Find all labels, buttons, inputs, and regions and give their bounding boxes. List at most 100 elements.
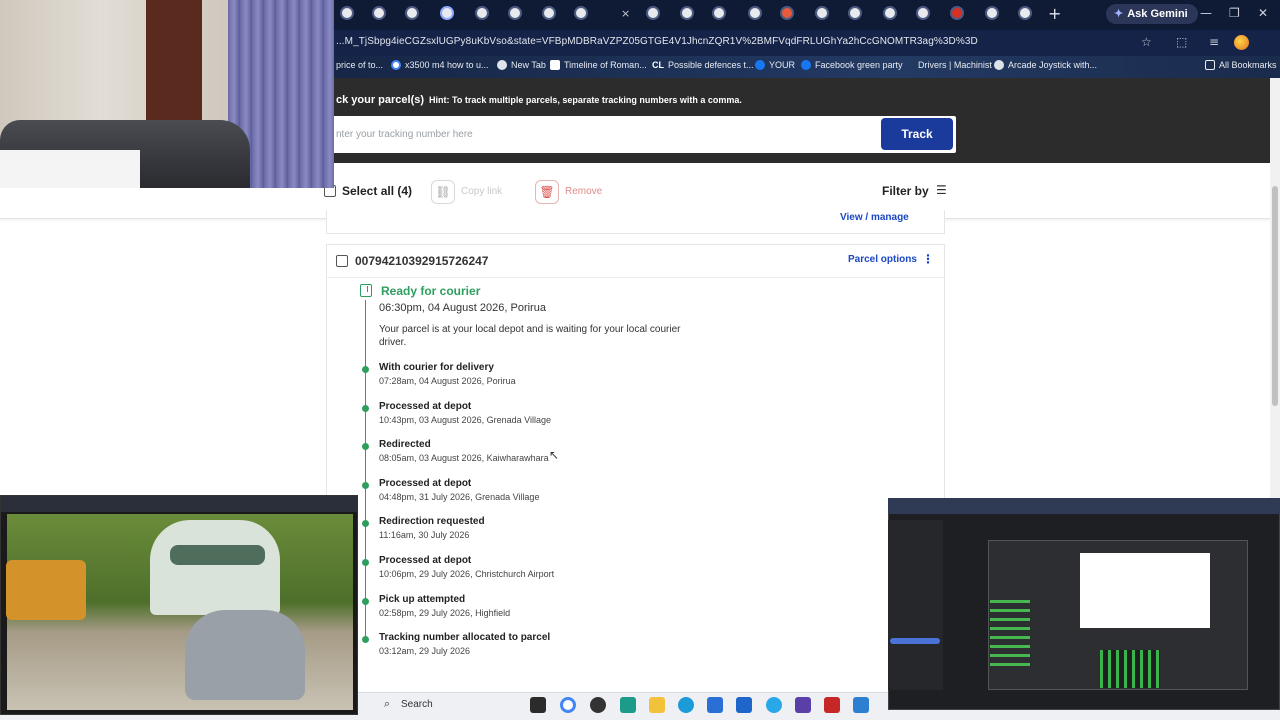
maximize-icon[interactable]: ❐ (1229, 6, 1240, 20)
minimize-icon[interactable]: — (1200, 6, 1212, 20)
app-icon[interactable] (824, 697, 840, 713)
filter-by-button[interactable]: Filter by (882, 184, 929, 198)
remove-button[interactable]: Remove (565, 186, 602, 197)
select-all-label[interactable]: Select all (4) (342, 184, 412, 198)
bookmark-star-icon[interactable]: ☆ (1141, 35, 1152, 49)
capture-sidebar-selected (890, 638, 940, 644)
profile-avatar-icon[interactable] (1234, 35, 1249, 50)
webcam-door (146, 0, 202, 135)
mail-icon[interactable] (736, 697, 752, 713)
telegram-icon[interactable] (766, 697, 782, 713)
bookmark-item[interactable]: CL Possible defences t... (652, 60, 754, 70)
tab-favicon-icon[interactable] (748, 6, 762, 20)
bookmark-item[interactable]: price of to... (336, 60, 383, 70)
event-title: With courier for delivery (379, 362, 494, 373)
bookmark-item[interactable]: Facebook green party (801, 60, 903, 70)
event-title: Processed at depot (379, 478, 472, 489)
tab-favicon-icon[interactable] (372, 6, 386, 20)
current-status-description: Your parcel is at your local depot and i… (379, 324, 681, 348)
chrome-icon[interactable] (560, 697, 576, 713)
tab-favicon-icon[interactable] (985, 6, 999, 20)
url-text[interactable]: ...M_TjSbpg4ieCGZsxlUGPy8uKbVso&state=VF… (336, 36, 978, 47)
ask-gemini-button[interactable]: ✦ Ask Gemini (1106, 4, 1198, 24)
filter-sliders-icon[interactable]: ☰ (936, 183, 947, 197)
extensions-icon[interactable]: ⬚ (1176, 35, 1187, 49)
app-icon[interactable] (620, 697, 636, 713)
event-datetime: 11:16am, 30 July 2026 (379, 530, 470, 540)
tab-favicon-icon[interactable] (1018, 6, 1032, 20)
tab-favicon-icon[interactable] (680, 6, 694, 20)
bookmark-item[interactable]: New Tab (497, 60, 546, 70)
tab-favicon-icon[interactable] (712, 6, 726, 20)
capture-settings-sidebar (888, 520, 943, 690)
video-caravan (150, 520, 280, 615)
tab-favicon-icon[interactable] (950, 6, 964, 20)
more-options-icon[interactable]: ⋮ (922, 252, 934, 266)
parcel-checkbox[interactable] (336, 255, 348, 267)
all-bookmarks-folder[interactable]: All Bookmarks (1205, 60, 1277, 70)
bookmark-item[interactable]: Arcade Joystick with... (994, 60, 1097, 70)
tab-favicon-icon[interactable] (780, 6, 794, 20)
tab-favicon-icon[interactable] (475, 6, 489, 20)
timeline-dot (362, 520, 369, 527)
webcam-laundry (0, 150, 140, 188)
track-button[interactable]: Track (881, 118, 953, 150)
scrollbar-thumb[interactable] (1272, 186, 1278, 406)
link-icon[interactable]: ⛓ (431, 180, 455, 204)
event-title: Processed at depot (379, 555, 472, 566)
app-icon[interactable] (795, 697, 811, 713)
store-icon[interactable] (707, 697, 723, 713)
copy-link-button[interactable]: Copy link (461, 186, 502, 197)
bookmark-item[interactable]: YOUR (755, 60, 795, 70)
trash-icon[interactable]: 🗑 (535, 180, 559, 204)
tab-favicon-icon[interactable] (646, 6, 660, 20)
tab-favicon-icon[interactable] (440, 6, 454, 20)
tab-favicon-icon[interactable] (340, 6, 354, 20)
tab-favicon-icon[interactable] (815, 6, 829, 20)
bookmark-item[interactable]: Timeline of Roman... (550, 60, 647, 70)
track-hint: Hint: To track multiple parcels, separat… (429, 95, 742, 105)
facebook-icon (755, 60, 765, 70)
task-view-icon[interactable] (530, 697, 546, 713)
event-datetime: 02:58pm, 29 July 2026, Highfield (379, 608, 511, 618)
event-title: Tracking number allocated to parcel (379, 632, 551, 643)
tab-favicon-icon[interactable] (508, 6, 522, 20)
file-explorer-icon[interactable] (649, 697, 665, 713)
tab-favicon-icon[interactable] (542, 6, 556, 20)
bookmark-item[interactable]: Drivers | Machinist (918, 60, 992, 70)
app-icon[interactable] (853, 697, 869, 713)
obs-icon[interactable] (590, 697, 606, 713)
close-tab-icon[interactable]: × (621, 7, 630, 20)
current-status: Ready for courier (381, 284, 481, 298)
parcel-options-button[interactable]: Parcel options (848, 254, 917, 265)
video-browser-bar (1, 496, 357, 512)
new-tab-icon[interactable]: + (1048, 4, 1061, 23)
page-icon (497, 60, 507, 70)
edge-icon[interactable] (678, 697, 694, 713)
tab-favicon-icon[interactable] (848, 6, 862, 20)
folder-icon (1205, 60, 1215, 70)
view-manage-link[interactable]: View / manage (840, 212, 909, 223)
tracking-number-input[interactable]: nter your tracking number here (330, 116, 956, 153)
timeline-dot (362, 443, 369, 450)
timeline-dot (362, 405, 369, 412)
close-window-icon[interactable]: ✕ (1258, 6, 1268, 20)
card-divider (327, 277, 944, 278)
webcam-overlay (0, 0, 334, 188)
current-status-datetime: 06:30pm, 04 August 2026, Porirua (379, 302, 546, 314)
video-orange-truck (6, 560, 86, 620)
bookmark-item[interactable]: x3500 m4 how to u... (391, 60, 489, 70)
tab-favicon-icon[interactable] (916, 6, 930, 20)
taskbar-search[interactable]: Search (401, 699, 433, 710)
capture-checklist (990, 600, 1030, 670)
event-datetime: 08:05am, 03 August 2026, Kaiwharawhara (379, 453, 549, 463)
event-datetime: 03:12am, 29 July 2026 (379, 646, 471, 656)
capture-inner-page (1080, 553, 1210, 628)
search-icon[interactable]: ⌕ (384, 697, 390, 711)
timeline-dot (362, 559, 369, 566)
facebook-icon (801, 60, 811, 70)
tab-favicon-icon[interactable] (574, 6, 588, 20)
reading-list-icon[interactable]: ≡ (1209, 35, 1219, 49)
tab-favicon-icon[interactable] (883, 6, 897, 20)
tab-favicon-icon[interactable] (405, 6, 419, 20)
